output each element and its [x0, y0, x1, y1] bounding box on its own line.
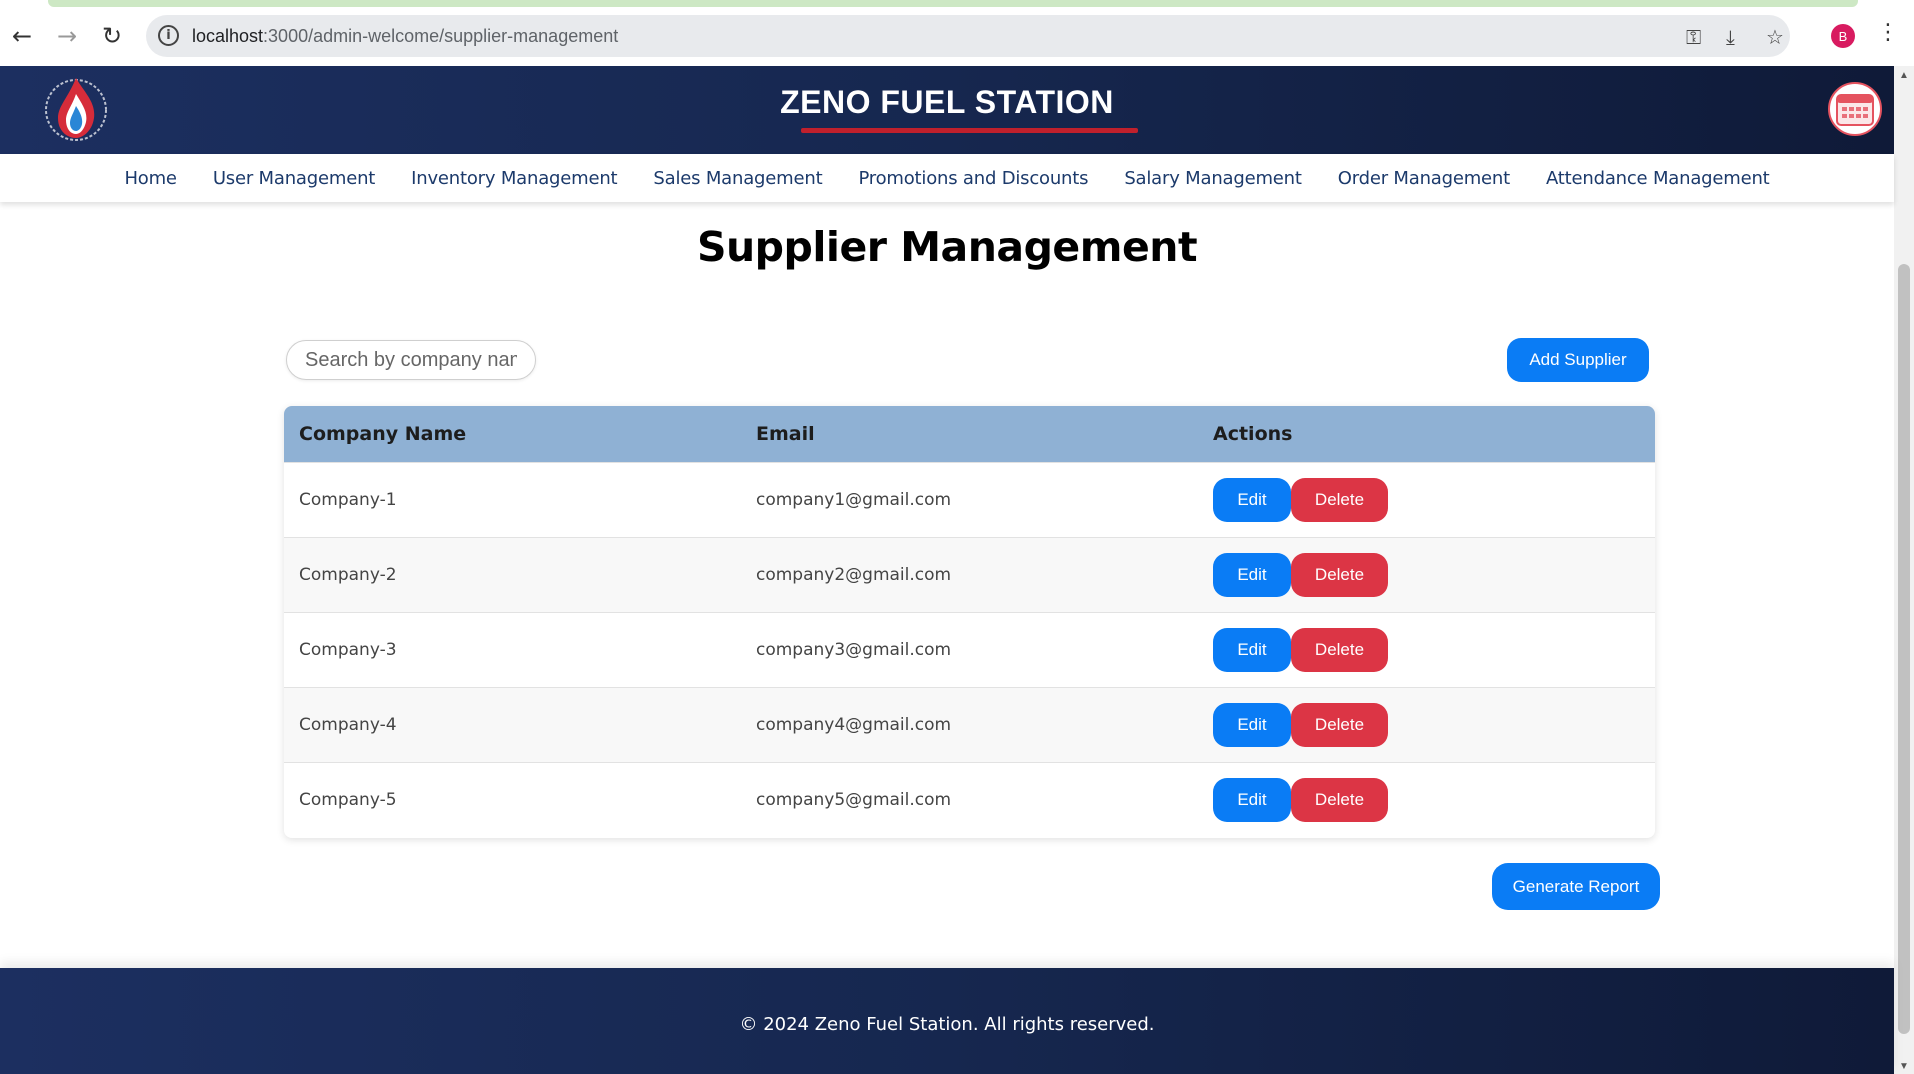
add-supplier-button[interactable]: Add Supplier — [1507, 338, 1649, 382]
main-nav: Home User Management Inventory Managemen… — [0, 154, 1894, 202]
url-text[interactable]: localhost:3000/admin-welcome/supplier-ma… — [192, 26, 618, 47]
table-header: Company Name Email Actions — [284, 406, 1655, 462]
company-name-cell: Company-1 — [299, 490, 397, 510]
email-cell: company5@gmail.com — [756, 790, 952, 810]
header-company-name: Company Name — [299, 423, 467, 445]
scroll-down-arrow-icon[interactable]: ▼ — [1894, 1061, 1914, 1072]
brand-underline — [801, 128, 1138, 133]
table-row: Company-4 company4@gmail.com Edit Delete — [284, 687, 1655, 762]
delete-button[interactable]: Delete — [1291, 703, 1388, 747]
url-path: :3000/admin-welcome/supplier-management — [263, 26, 619, 46]
company-name-cell: Company-2 — [299, 565, 397, 585]
key-icon[interactable]: ⚿ — [1686, 25, 1701, 49]
footer-copyright: © 2024 Zeno Fuel Station. All rights res… — [739, 1014, 1155, 1035]
nav-inventory-management[interactable]: Inventory Management — [411, 168, 617, 189]
header-actions: Actions — [1213, 423, 1293, 445]
scroll-up-arrow-icon[interactable]: ▲ — [1894, 70, 1914, 81]
row-actions: Edit Delete — [1213, 778, 1388, 822]
back-icon[interactable]: ← — [6, 20, 38, 52]
tab-strip-edge — [48, 0, 1858, 7]
edit-button[interactable]: Edit — [1213, 703, 1291, 747]
browser-toolbar: ← → ↻ i localhost:3000/admin-welcome/sup… — [0, 0, 1914, 66]
browser-menu-icon[interactable]: ⋮ — [1877, 20, 1899, 45]
search-input[interactable] — [286, 340, 536, 380]
edit-button[interactable]: Edit — [1213, 478, 1291, 522]
supplier-table: Company Name Email Actions Company-1 com… — [284, 406, 1655, 838]
company-name-cell: Company-3 — [299, 640, 397, 660]
header-email: Email — [756, 423, 815, 445]
app-header: ZENO FUEL STATION — [0, 66, 1894, 154]
edit-button[interactable]: Edit — [1213, 778, 1291, 822]
nav-attendance-management[interactable]: Attendance Management — [1546, 168, 1770, 189]
email-cell: company3@gmail.com — [756, 640, 952, 660]
email-cell: company1@gmail.com — [756, 490, 952, 510]
page-scrollbar[interactable]: ▲ ▼ — [1894, 66, 1914, 1074]
delete-button[interactable]: Delete — [1291, 553, 1388, 597]
nav-salary-management[interactable]: Salary Management — [1124, 168, 1302, 189]
forward-icon[interactable]: → — [51, 20, 83, 52]
table-row: Company-3 company3@gmail.com Edit Delete — [284, 612, 1655, 687]
email-cell: company2@gmail.com — [756, 565, 952, 585]
install-app-icon[interactable]: ⤓ — [1726, 25, 1735, 49]
page-footer: © 2024 Zeno Fuel Station. All rights res… — [0, 968, 1894, 1074]
bookmark-star-icon[interactable]: ☆ — [1766, 25, 1784, 49]
nav-home[interactable]: Home — [124, 168, 177, 189]
delete-button[interactable]: Delete — [1291, 478, 1388, 522]
nav-order-management[interactable]: Order Management — [1338, 168, 1510, 189]
profile-avatar[interactable]: B — [1831, 24, 1855, 48]
brand-title: ZENO FUEL STATION — [780, 84, 1114, 120]
calendar-icon — [1836, 94, 1874, 126]
delete-button[interactable]: Delete — [1291, 778, 1388, 822]
nav-sales-management[interactable]: Sales Management — [653, 168, 822, 189]
nav-user-management[interactable]: User Management — [213, 168, 376, 189]
edit-button[interactable]: Edit — [1213, 628, 1291, 672]
generate-report-button[interactable]: Generate Report — [1492, 863, 1660, 910]
row-actions: Edit Delete — [1213, 478, 1388, 522]
company-name-cell: Company-4 — [299, 715, 397, 735]
scroll-thumb[interactable] — [1898, 264, 1910, 1034]
reload-icon[interactable]: ↻ — [96, 20, 128, 52]
row-actions: Edit Delete — [1213, 553, 1388, 597]
delete-button[interactable]: Delete — [1291, 628, 1388, 672]
nav-promotions-and-discounts[interactable]: Promotions and Discounts — [858, 168, 1088, 189]
page-title: Supplier Management — [696, 223, 1198, 271]
table-row: Company-2 company2@gmail.com Edit Delete — [284, 537, 1655, 612]
url-host: localhost — [192, 26, 264, 46]
edit-button[interactable]: Edit — [1213, 553, 1291, 597]
row-actions: Edit Delete — [1213, 628, 1388, 672]
table-row: Company-5 company5@gmail.com Edit Delete — [284, 762, 1655, 837]
calendar-button[interactable] — [1828, 82, 1882, 136]
table-row: Company-1 company1@gmail.com Edit Delete — [284, 462, 1655, 537]
site-info-icon[interactable]: i — [158, 25, 179, 46]
company-name-cell: Company-5 — [299, 790, 397, 810]
email-cell: company4@gmail.com — [756, 715, 952, 735]
row-actions: Edit Delete — [1213, 703, 1388, 747]
address-bar[interactable]: i localhost:3000/admin-welcome/supplier-… — [146, 15, 1790, 57]
